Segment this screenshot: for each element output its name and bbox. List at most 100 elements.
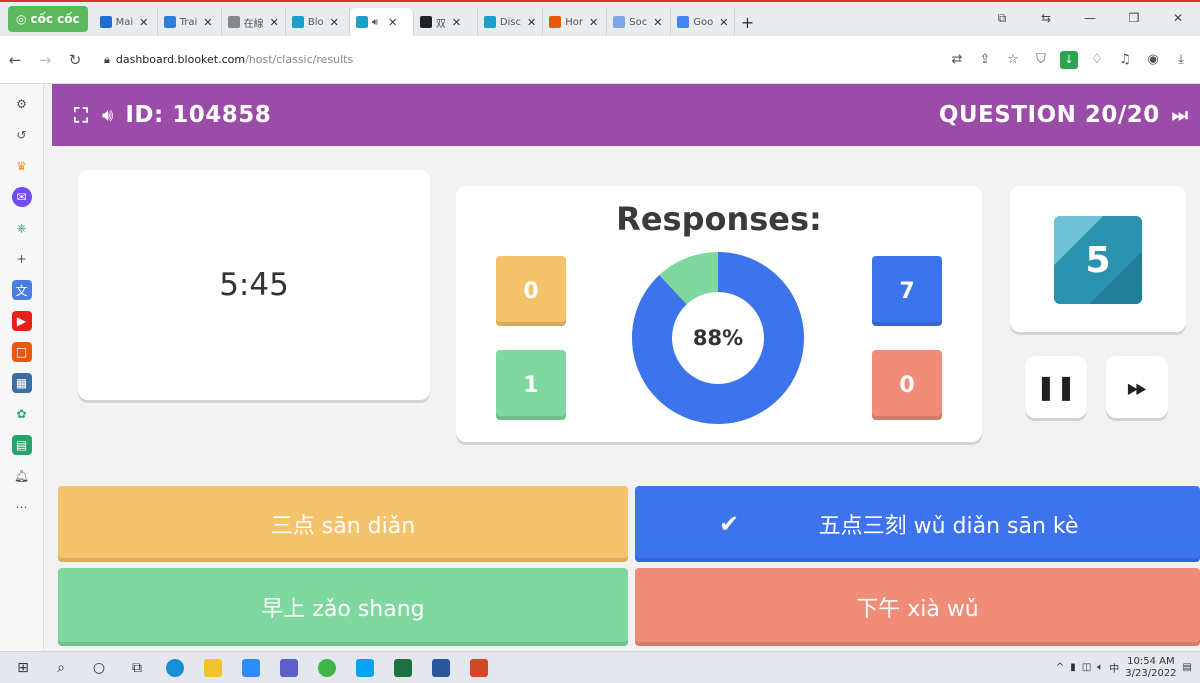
green-response-count: 1 (496, 350, 566, 420)
game-icon[interactable]: ⎈ (12, 218, 32, 238)
tab-favicon-icon (613, 16, 626, 28)
word-icon[interactable] (426, 656, 456, 680)
tab-close-icon[interactable]: ✕ (270, 16, 279, 29)
tab-close-icon[interactable]: ✕ (653, 16, 662, 29)
browser-tab-strip: ◎ cốc cốc Mai ✕ Trai ✕ 在線 ✕ Blo ✕ 🔊︎ ✕ 双 ✕ Disc ✕ Hor ✕… (0, 0, 1200, 36)
answer-red-text: 下午 xià wǔ (856, 597, 979, 622)
office-icon[interactable]: □ (11, 342, 32, 362)
questions-left-value: 5 (1085, 239, 1111, 281)
blooket-host-app: ⛶ 🔊︎ ID: 104858 QUESTION 20/20 ⏭ 5:45 Re… (52, 84, 1200, 651)
browser-tab[interactable]: Soc ✕ (607, 8, 672, 36)
tab-close-icon[interactable]: ✕ (527, 16, 536, 29)
puzzle-icon[interactable]: ♢ (1088, 51, 1106, 69)
browser-tab[interactable]: Goo ✕ (671, 8, 736, 36)
responses-card: Responses: 0 1 7 0 88% (456, 186, 982, 442)
settings-icon[interactable]: ⚙ (12, 94, 32, 114)
tab-audio-icon[interactable]: 🔊︎ (372, 17, 378, 28)
tab-close-icon[interactable]: ✕ (719, 16, 728, 29)
url-field[interactable]: 🔒︎ dashboard.blooket.com/host/classic/re… (98, 45, 818, 75)
clock-time: 10:54 AM (1127, 655, 1175, 667)
tab-close-icon[interactable]: ✕ (452, 16, 461, 29)
music-icon[interactable]: ♫ (1116, 51, 1134, 69)
browser-tab[interactable]: Hor ✕ (543, 8, 608, 36)
powerpoint-icon[interactable] (464, 656, 494, 680)
cortana-icon[interactable]: ○ (84, 656, 114, 680)
blue-response-count: 7 (872, 256, 942, 326)
sound-icon[interactable]: 🔊︎ (102, 105, 113, 126)
skip-icon[interactable]: ⏭ (1172, 105, 1188, 126)
more-icon[interactable]: ⋯ (12, 497, 32, 517)
translate-icon[interactable]: ⇄ (948, 51, 966, 69)
tab-favicon-icon (419, 16, 432, 28)
notifications-icon[interactable]: ▤ (1183, 662, 1192, 673)
crown-icon[interactable]: ♛ (12, 156, 32, 176)
extension-icon[interactable]: ⇆ (1024, 11, 1068, 25)
task-view-icon[interactable]: ⧉ (122, 656, 152, 680)
edge-icon[interactable] (160, 656, 190, 680)
bookmark-star-icon[interactable]: ☆ (1004, 51, 1022, 69)
extension-sidebar-icon[interactable]: ✿ (12, 404, 32, 424)
tab-label: Blo (307, 16, 324, 28)
tray-chevron-icon[interactable]: ^ (1056, 662, 1064, 673)
tab-close-icon[interactable]: ✕ (330, 16, 339, 29)
search-icon[interactable]: ⌕ (46, 656, 76, 680)
history-icon[interactable]: ↺ (12, 125, 32, 145)
share-icon[interactable]: ⇪ (976, 51, 994, 69)
browser-tab[interactable]: 在線 ✕ (222, 8, 286, 36)
browser-tab[interactable]: 双 ✕ (414, 8, 478, 36)
add-icon[interactable]: + (12, 249, 32, 269)
input-method-icon[interactable]: 中 (1109, 660, 1119, 675)
browser-brand-button[interactable]: ◎ cốc cốc (8, 6, 88, 32)
tab-search-icon[interactable]: ⧉ (980, 11, 1024, 26)
game-id: ID: 104858 (125, 102, 272, 128)
profile-icon[interactable]: ◉ (1144, 51, 1162, 69)
tab-label: Hor (565, 16, 583, 28)
pause-icon: ❚❚ (1035, 373, 1077, 401)
restore-button[interactable]: ❐ (1112, 11, 1156, 25)
tab-favicon-icon (677, 16, 690, 28)
coccoc-taskbar-icon[interactable] (312, 656, 342, 680)
tab-favicon-icon (355, 16, 368, 28)
teams-icon[interactable] (274, 656, 304, 680)
browser-tab[interactable]: Blo ✕ (286, 8, 350, 36)
download-extension-icon[interactable]: ↓ (1060, 50, 1078, 69)
new-tab-button[interactable]: + (735, 8, 759, 36)
downloads-icon[interactable]: ⤓ (1172, 51, 1190, 69)
forward-button[interactable]: → (30, 51, 60, 69)
tab-close-icon[interactable]: ✕ (388, 16, 397, 29)
question-cube-icon: 5 (1054, 216, 1142, 304)
excel-icon[interactable] (388, 656, 418, 680)
minimize-button[interactable]: — (1068, 11, 1112, 25)
tab-close-icon[interactable]: ✕ (139, 16, 148, 29)
close-window-button[interactable]: ✕ (1156, 11, 1200, 25)
tab-close-icon[interactable]: ✕ (203, 16, 212, 29)
reload-button[interactable]: ↻ (60, 51, 90, 69)
tab-close-icon[interactable]: ✕ (589, 16, 598, 29)
tab-favicon-icon (291, 16, 304, 28)
question-counter: QUESTION 20/20 (938, 102, 1160, 128)
network-icon[interactable]: ◫ (1082, 662, 1091, 673)
sheet-icon[interactable]: ▤ (11, 435, 32, 455)
browser-tab[interactable]: Trai ✕ (158, 8, 222, 36)
fullscreen-icon[interactable]: ⛶ (74, 103, 88, 127)
taskbar-clock[interactable]: 10:54 AM 3/23/2022 (1125, 656, 1176, 680)
windows-start-icon[interactable]: ⊞ (8, 656, 38, 680)
tab-label: 在線 (243, 18, 264, 30)
messenger-icon[interactable]: ✉ (11, 187, 32, 207)
battery-icon[interactable]: ▮ (1070, 662, 1076, 673)
browser-tab[interactable]: Mai ✕ (94, 8, 158, 36)
volume-icon[interactable]: 🔈︎ (1097, 662, 1103, 673)
pause-button[interactable]: ❚❚ (1025, 356, 1087, 418)
browser-tab[interactable]: Disc ✕ (478, 8, 544, 36)
browser-tab[interactable]: 🔊︎ ✕ (349, 8, 414, 36)
zalo-icon[interactable] (350, 656, 380, 680)
app-thumbnail-icon[interactable]: ▦ (11, 373, 32, 393)
shield-icon[interactable]: ⛉ (1032, 51, 1050, 69)
file-explorer-icon[interactable] (198, 656, 228, 680)
translate-sidebar-icon[interactable]: 文 (11, 280, 32, 300)
notification-bell-icon[interactable]: 🔔︎ (12, 466, 32, 486)
back-button[interactable]: ← (0, 51, 30, 69)
youtube-icon[interactable]: ▶ (11, 311, 32, 331)
zoom-icon[interactable] (236, 656, 266, 680)
next-button[interactable]: ⏩︎ (1106, 356, 1168, 418)
